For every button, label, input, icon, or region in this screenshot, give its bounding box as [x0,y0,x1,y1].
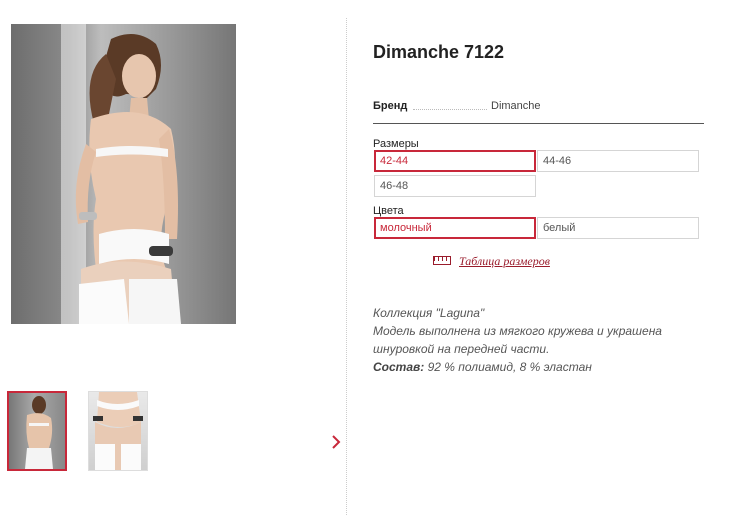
brand-dotted-leader [413,109,487,110]
size-table-link-label[interactable]: Таблица размеров [459,254,550,268]
column-divider [346,18,347,515]
product-title: Dimanche 7122 [373,42,505,62]
brand-label: Бренд [373,100,408,112]
colors-label: Цвета [373,205,404,217]
product-description: Коллекция "Laguna" Модель выполнена из м… [373,304,703,376]
material-line: Модель выполнена из мягкого кружева и ук… [373,324,662,356]
size-option-42-44[interactable]: 42-44 [374,150,536,172]
brand-row: Бренд Dimanche [373,100,703,112]
chevron-right-icon[interactable] [329,432,343,452]
color-option-milky[interactable]: молочный [374,217,536,239]
size-option-46-48[interactable]: 46-48 [374,175,536,197]
color-option-white[interactable]: белый [537,217,699,239]
thumbnail-1[interactable] [7,391,67,471]
composition-label: Состав: [373,360,425,374]
product-main-photo[interactable] [11,24,236,324]
composition-value: 92 % полиамид, 8 % эластан [427,360,592,374]
brand-value[interactable]: Dimanche [491,100,541,112]
thumbnail-2[interactable] [88,391,148,471]
separator [373,123,704,124]
collection-line: Коллекция "Laguna" [373,306,485,320]
sizes-label: Размеры [373,138,419,150]
size-option-44-46[interactable]: 44-46 [537,150,699,172]
ruler-icon [433,255,451,265]
size-table-link[interactable]: Таблица размеров [433,254,550,269]
composition-line: Состав: 92 % полиамид, 8 % эластан [373,358,703,376]
